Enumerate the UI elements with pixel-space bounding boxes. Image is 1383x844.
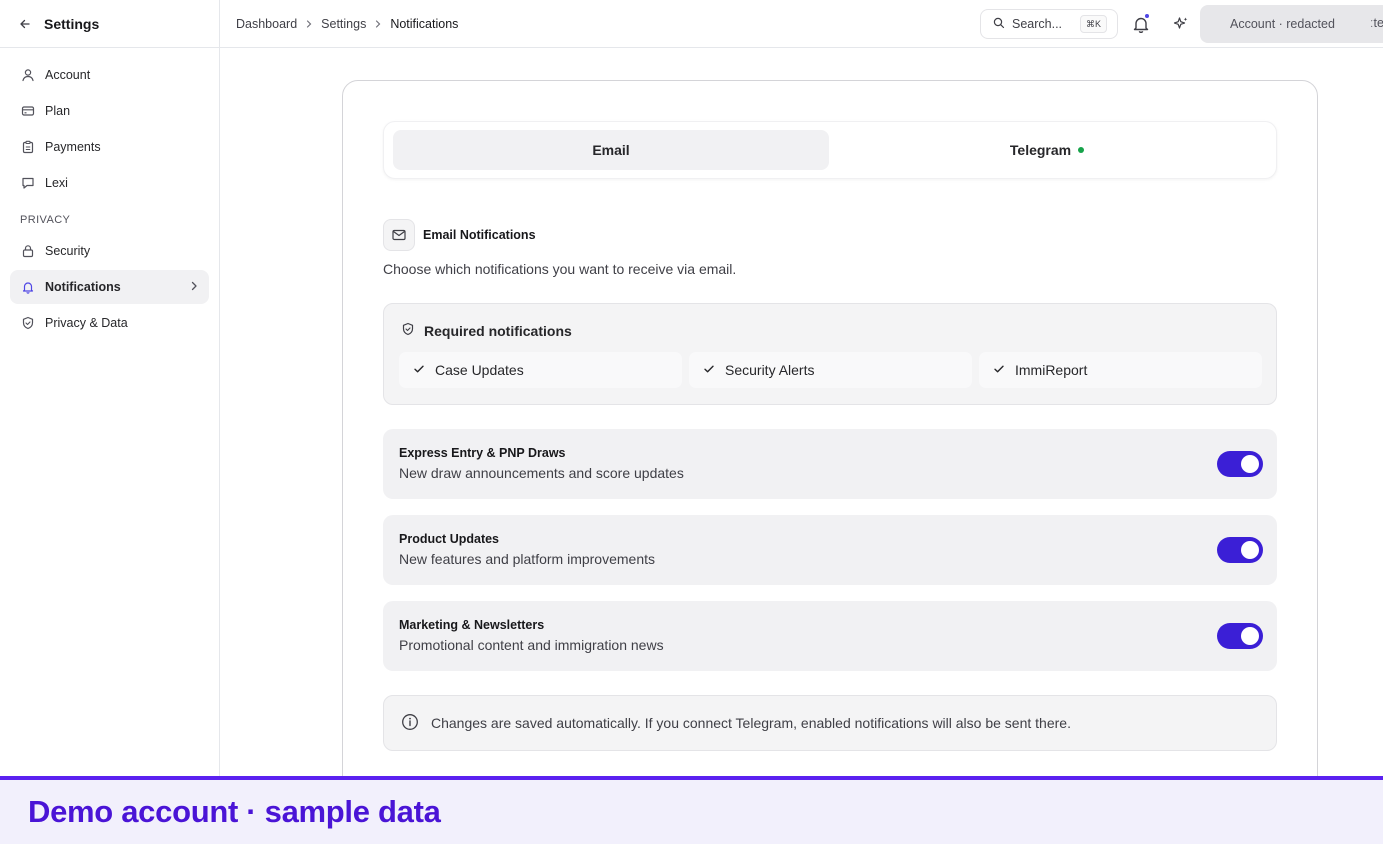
preference-row-product-updates: Product Updates New features and platfor… [383,515,1277,585]
sidebar-item-label: Lexi [45,176,68,190]
back-arrow-icon[interactable] [16,15,34,33]
breadcrumb-dashboard[interactable]: Dashboard [236,17,297,31]
sidebar-item-notifications[interactable]: Notifications [10,270,209,304]
sidebar-item-label: Privacy & Data [45,316,128,330]
chevron-right-icon [189,279,199,296]
preference-title: Product Updates [399,532,500,546]
shield-icon [20,315,36,331]
preference-title: Express Entry & PNP Draws [399,446,566,460]
sidebar-section-privacy: PRIVACY [20,214,71,226]
sidebar-item-label: Plan [45,104,71,118]
notifications-bell-icon[interactable] [1131,13,1151,34]
search-input[interactable]: Search... ⌘K [980,9,1118,39]
account-label-overflow: ːte [1370,16,1383,30]
product-updates-toggle[interactable] [1217,537,1263,563]
demo-banner-text: Demo account · sample data [28,794,441,829]
express-entry-toggle[interactable] [1217,451,1263,477]
sidebar-item-lexi[interactable]: Lexi [10,166,209,200]
sidebar-item-label: Account [45,68,91,82]
chat-icon [20,175,36,191]
preference-title: Marketing & Newsletters [399,618,545,632]
sidebar-item-payments[interactable]: Payments [10,130,209,164]
preference-row-express-entry: Express Entry & PNP Draws New draw annou… [383,429,1277,499]
sidebar-item-label: Payments [45,140,101,154]
telegram-status-dot [1078,147,1085,153]
tab-telegram-label: Telegram [1009,142,1072,158]
required-header: Required notifications [401,322,572,339]
account-label: Account · redacted [1230,17,1335,31]
tab-email[interactable]: Email [393,130,829,170]
sidebar-nav: Account Plan Payments Lexi PRIVACY Secur… [0,48,219,340]
sidebar-item-label: Security [45,244,91,258]
info-icon [401,713,419,734]
sidebar-title: Settings [44,15,100,32]
required-item-label: Security Alerts [725,362,815,378]
check-icon [413,362,425,378]
search-icon [993,17,1005,32]
top-bar: Dashboard Settings Notifications Search.… [220,0,1383,48]
breadcrumb: Dashboard Settings Notifications [220,17,458,31]
section-title: Email Notifications [423,228,536,242]
toggle-knob [1241,455,1259,473]
preference-description: New features and platform improvements [399,551,655,567]
channel-tabs: Email Telegram [383,121,1277,179]
marketing-toggle[interactable] [1217,623,1263,649]
search-shortcut: ⌘K [1079,15,1107,33]
demo-banner: Demo account · sample data [0,776,1383,844]
mail-icon [383,219,415,251]
tab-email-label: Email [592,142,630,158]
section-header: Email Notifications [383,219,536,251]
sidebar-item-account[interactable]: Account [10,58,209,92]
toggle-knob [1241,627,1259,645]
info-note: Changes are saved automatically. If you … [383,695,1277,751]
settings-sidebar: Settings Account Plan Payments Lexi PRIV… [0,0,220,776]
shield-check-icon [401,322,415,339]
required-item-label: ImmiReport [1015,362,1088,378]
tab-telegram[interactable]: Telegram [829,130,1265,170]
info-text: Changes are saved automatically. If you … [431,715,1071,731]
sparkle-icon[interactable] [1172,15,1190,33]
chevron-right-icon [374,19,382,29]
notification-dot [1144,13,1150,19]
lock-icon [20,243,36,259]
toggle-knob [1241,541,1259,559]
breadcrumb-notifications: Notifications [390,16,459,31]
sidebar-item-plan[interactable]: Plan [10,94,209,128]
sidebar-item-privacy-data[interactable]: Privacy & Data [10,306,209,340]
sidebar-item-label: Notifications [45,280,121,294]
section-description: Choose which notifications you want to r… [383,261,737,277]
sidebar-header: Settings [0,0,219,48]
preference-description: Promotional content and immigration news [399,637,664,653]
check-icon [703,362,715,378]
search-placeholder: Search... [1012,17,1063,31]
bell-icon [20,279,36,295]
breadcrumb-settings[interactable]: Settings [321,17,366,31]
check-icon [993,362,1005,378]
account-menu-button[interactable]: Account · redacted ːte [1200,5,1383,43]
user-icon [20,67,36,83]
notifications-card: Email Telegram Email Notifications Choos… [342,80,1318,800]
credit-card-icon [20,103,36,119]
chevron-right-icon [305,19,313,29]
preference-row-marketing: Marketing & Newsletters Promotional cont… [383,601,1277,671]
required-title: Required notifications [424,322,572,339]
required-notifications-panel: Required notifications Case Updates Secu… [383,303,1277,405]
required-item-label: Case Updates [435,362,524,378]
required-item: Case Updates [399,352,682,388]
required-item: Security Alerts [689,352,972,388]
sidebar-item-security[interactable]: Security [10,234,209,268]
required-item: ImmiReport [979,352,1262,388]
clipboard-icon [20,139,36,155]
preference-description: New draw announcements and score updates [399,465,684,481]
